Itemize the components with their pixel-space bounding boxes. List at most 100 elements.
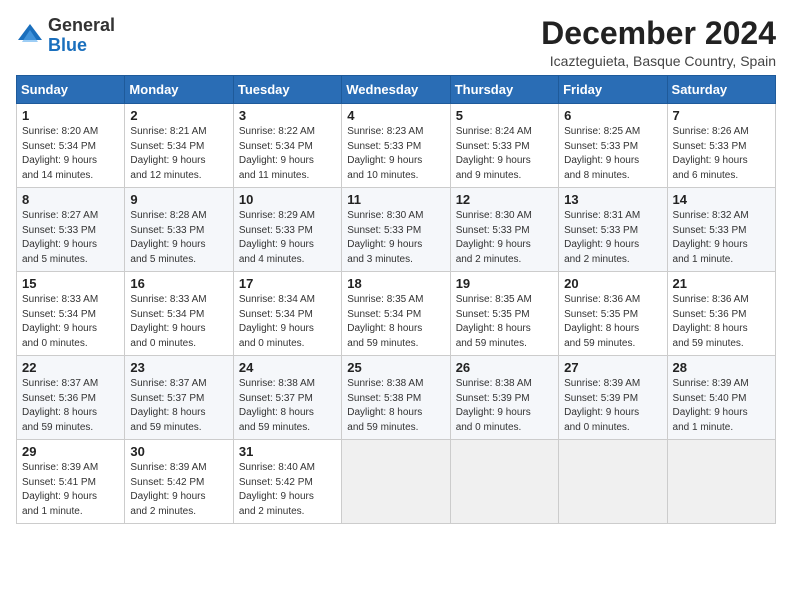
calendar-cell: 15 Sunrise: 8:33 AMSunset: 5:34 PMDayligh… xyxy=(17,272,125,356)
weekday-header-tuesday: Tuesday xyxy=(233,76,341,104)
day-number: 10 xyxy=(239,192,336,207)
month-title: December 2024 xyxy=(541,16,776,51)
calendar-cell: 30 Sunrise: 8:39 AMSunset: 5:42 PMDayligh… xyxy=(125,440,233,524)
day-info: Sunrise: 8:37 AMSunset: 5:37 PMDaylight:… xyxy=(130,377,227,435)
calendar-cell xyxy=(559,440,667,524)
weekday-header-saturday: Saturday xyxy=(667,76,775,104)
day-info: Sunrise: 8:39 AMSunset: 5:41 PMDaylight:… xyxy=(22,461,119,519)
calendar-week-row: 1Sunrise: 8:20 AMSunset: 5:34 PMDaylight… xyxy=(17,104,776,188)
day-number: 21 xyxy=(673,276,770,291)
weekday-header-friday: Friday xyxy=(559,76,667,104)
day-info: Sunrise: 8:38 AMSunset: 5:38 PMDaylight:… xyxy=(347,377,444,435)
calendar-cell: 4Sunrise: 8:23 AMSunset: 5:33 PMDaylight… xyxy=(342,104,450,188)
calendar-cell: 18Sunrise: 8:35 AMSunset: 5:34 PMDayligh… xyxy=(342,272,450,356)
day-number: 22 xyxy=(22,360,119,375)
day-info: Sunrise: 8:38 AMSunset: 5:37 PMDaylight:… xyxy=(239,377,336,435)
calendar-cell: 29 Sunrise: 8:39 AMSunset: 5:41 PMDayligh… xyxy=(17,440,125,524)
day-number: 9 xyxy=(130,192,227,207)
calendar-cell: 14 Sunrise: 8:32 AMSunset: 5:33 PMDayligh… xyxy=(667,188,775,272)
day-info: Sunrise: 8:28 AMSunset: 5:33 PMDaylight:… xyxy=(130,209,227,267)
weekday-header-sunday: Sunday xyxy=(17,76,125,104)
calendar-cell: 26 Sunrise: 8:38 AMSunset: 5:39 PMDayligh… xyxy=(450,356,558,440)
day-number: 30 xyxy=(130,444,227,459)
day-info: Sunrise: 8:21 AMSunset: 5:34 PMDaylight:… xyxy=(130,125,227,183)
calendar-cell: 2 Sunrise: 8:21 AMSunset: 5:34 PMDaylight… xyxy=(125,104,233,188)
calendar-week-row: 8Sunrise: 8:27 AMSunset: 5:33 PMDaylight… xyxy=(17,188,776,272)
day-number: 31 xyxy=(239,444,336,459)
day-info: Sunrise: 8:34 AMSunset: 5:34 PMDaylight:… xyxy=(239,293,336,351)
day-info: Sunrise: 8:27 AMSunset: 5:33 PMDaylight:… xyxy=(22,209,119,267)
day-number: 6 xyxy=(564,108,661,123)
day-number: 19 xyxy=(456,276,553,291)
logo-blue-text: Blue xyxy=(48,35,87,55)
calendar-cell xyxy=(342,440,450,524)
day-number: 13 xyxy=(564,192,661,207)
day-info: Sunrise: 8:33 AMSunset: 5:34 PMDaylight:… xyxy=(130,293,227,351)
calendar-cell: 5Sunrise: 8:24 AMSunset: 5:33 PMDaylight… xyxy=(450,104,558,188)
day-info: Sunrise: 8:25 AMSunset: 5:33 PMDaylight:… xyxy=(564,125,661,183)
calendar-cell: 24Sunrise: 8:38 AMSunset: 5:37 PMDayligh… xyxy=(233,356,341,440)
day-info: Sunrise: 8:39 AMSunset: 5:42 PMDaylight:… xyxy=(130,461,227,519)
calendar-body: 1Sunrise: 8:20 AMSunset: 5:34 PMDaylight… xyxy=(17,104,776,524)
day-info: Sunrise: 8:20 AMSunset: 5:34 PMDaylight:… xyxy=(22,125,119,183)
page-header: General Blue December 2024 Icazteguieta,… xyxy=(16,16,776,69)
day-number: 17 xyxy=(239,276,336,291)
calendar-header: SundayMondayTuesdayWednesdayThursdayFrid… xyxy=(17,76,776,104)
calendar-cell: 20 Sunrise: 8:36 AMSunset: 5:35 PMDayligh… xyxy=(559,272,667,356)
day-number: 16 xyxy=(130,276,227,291)
day-number: 2 xyxy=(130,108,227,123)
day-info: Sunrise: 8:36 AMSunset: 5:36 PMDaylight:… xyxy=(673,293,770,351)
weekday-header-monday: Monday xyxy=(125,76,233,104)
weekday-header-thursday: Thursday xyxy=(450,76,558,104)
weekday-header-wednesday: Wednesday xyxy=(342,76,450,104)
day-number: 26 xyxy=(456,360,553,375)
day-info: Sunrise: 8:38 AMSunset: 5:39 PMDaylight:… xyxy=(456,377,553,435)
logo-general-text: General xyxy=(48,15,115,35)
calendar-cell: 3 Sunrise: 8:22 AMSunset: 5:34 PMDaylight… xyxy=(233,104,341,188)
day-number: 25 xyxy=(347,360,444,375)
day-number: 15 xyxy=(22,276,119,291)
day-info: Sunrise: 8:22 AMSunset: 5:34 PMDaylight:… xyxy=(239,125,336,183)
title-block: December 2024 Icazteguieta, Basque Count… xyxy=(541,16,776,69)
calendar-cell: 13 Sunrise: 8:31 AMSunset: 5:33 PMDayligh… xyxy=(559,188,667,272)
calendar-cell: 17 Sunrise: 8:34 AMSunset: 5:34 PMDayligh… xyxy=(233,272,341,356)
day-info: Sunrise: 8:33 AMSunset: 5:34 PMDaylight:… xyxy=(22,293,119,351)
day-info: Sunrise: 8:32 AMSunset: 5:33 PMDaylight:… xyxy=(673,209,770,267)
calendar-cell: 12Sunrise: 8:30 AMSunset: 5:33 PMDayligh… xyxy=(450,188,558,272)
day-info: Sunrise: 8:39 AMSunset: 5:39 PMDaylight:… xyxy=(564,377,661,435)
calendar-cell: 9 Sunrise: 8:28 AMSunset: 5:33 PMDaylight… xyxy=(125,188,233,272)
day-number: 14 xyxy=(673,192,770,207)
calendar-cell: 8Sunrise: 8:27 AMSunset: 5:33 PMDaylight… xyxy=(17,188,125,272)
day-number: 11 xyxy=(347,192,444,207)
day-info: Sunrise: 8:26 AMSunset: 5:33 PMDaylight:… xyxy=(673,125,770,183)
day-info: Sunrise: 8:30 AMSunset: 5:33 PMDaylight:… xyxy=(347,209,444,267)
day-number: 29 xyxy=(22,444,119,459)
day-info: Sunrise: 8:37 AMSunset: 5:36 PMDaylight:… xyxy=(22,377,119,435)
day-info: Sunrise: 8:40 AMSunset: 5:42 PMDaylight:… xyxy=(239,461,336,519)
calendar-cell: 7Sunrise: 8:26 AMSunset: 5:33 PMDaylight… xyxy=(667,104,775,188)
calendar-cell: 23 Sunrise: 8:37 AMSunset: 5:37 PMDayligh… xyxy=(125,356,233,440)
location-text: Icazteguieta, Basque Country, Spain xyxy=(541,53,776,69)
day-number: 27 xyxy=(564,360,661,375)
day-number: 23 xyxy=(130,360,227,375)
day-info: Sunrise: 8:39 AMSunset: 5:40 PMDaylight:… xyxy=(673,377,770,435)
day-info: Sunrise: 8:30 AMSunset: 5:33 PMDaylight:… xyxy=(456,209,553,267)
calendar-cell: 31 Sunrise: 8:40 AMSunset: 5:42 PMDayligh… xyxy=(233,440,341,524)
calendar-cell: 21 Sunrise: 8:36 AMSunset: 5:36 PMDayligh… xyxy=(667,272,775,356)
calendar-table: SundayMondayTuesdayWednesdayThursdayFrid… xyxy=(16,75,776,524)
calendar-cell: 25 Sunrise: 8:38 AMSunset: 5:38 PMDayligh… xyxy=(342,356,450,440)
day-info: Sunrise: 8:23 AMSunset: 5:33 PMDaylight:… xyxy=(347,125,444,183)
calendar-cell: 22 Sunrise: 8:37 AMSunset: 5:36 PMDayligh… xyxy=(17,356,125,440)
day-number: 20 xyxy=(564,276,661,291)
day-number: 5 xyxy=(456,108,553,123)
calendar-week-row: 15 Sunrise: 8:33 AMSunset: 5:34 PMDayligh… xyxy=(17,272,776,356)
calendar-cell: 16 Sunrise: 8:33 AMSunset: 5:34 PMDayligh… xyxy=(125,272,233,356)
calendar-cell xyxy=(450,440,558,524)
day-info: Sunrise: 8:36 AMSunset: 5:35 PMDaylight:… xyxy=(564,293,661,351)
day-number: 28 xyxy=(673,360,770,375)
day-number: 3 xyxy=(239,108,336,123)
calendar-week-row: 22 Sunrise: 8:37 AMSunset: 5:36 PMDayligh… xyxy=(17,356,776,440)
day-info: Sunrise: 8:35 AMSunset: 5:35 PMDaylight:… xyxy=(456,293,553,351)
day-info: Sunrise: 8:31 AMSunset: 5:33 PMDaylight:… xyxy=(564,209,661,267)
calendar-cell: 19 Sunrise: 8:35 AMSunset: 5:35 PMDayligh… xyxy=(450,272,558,356)
